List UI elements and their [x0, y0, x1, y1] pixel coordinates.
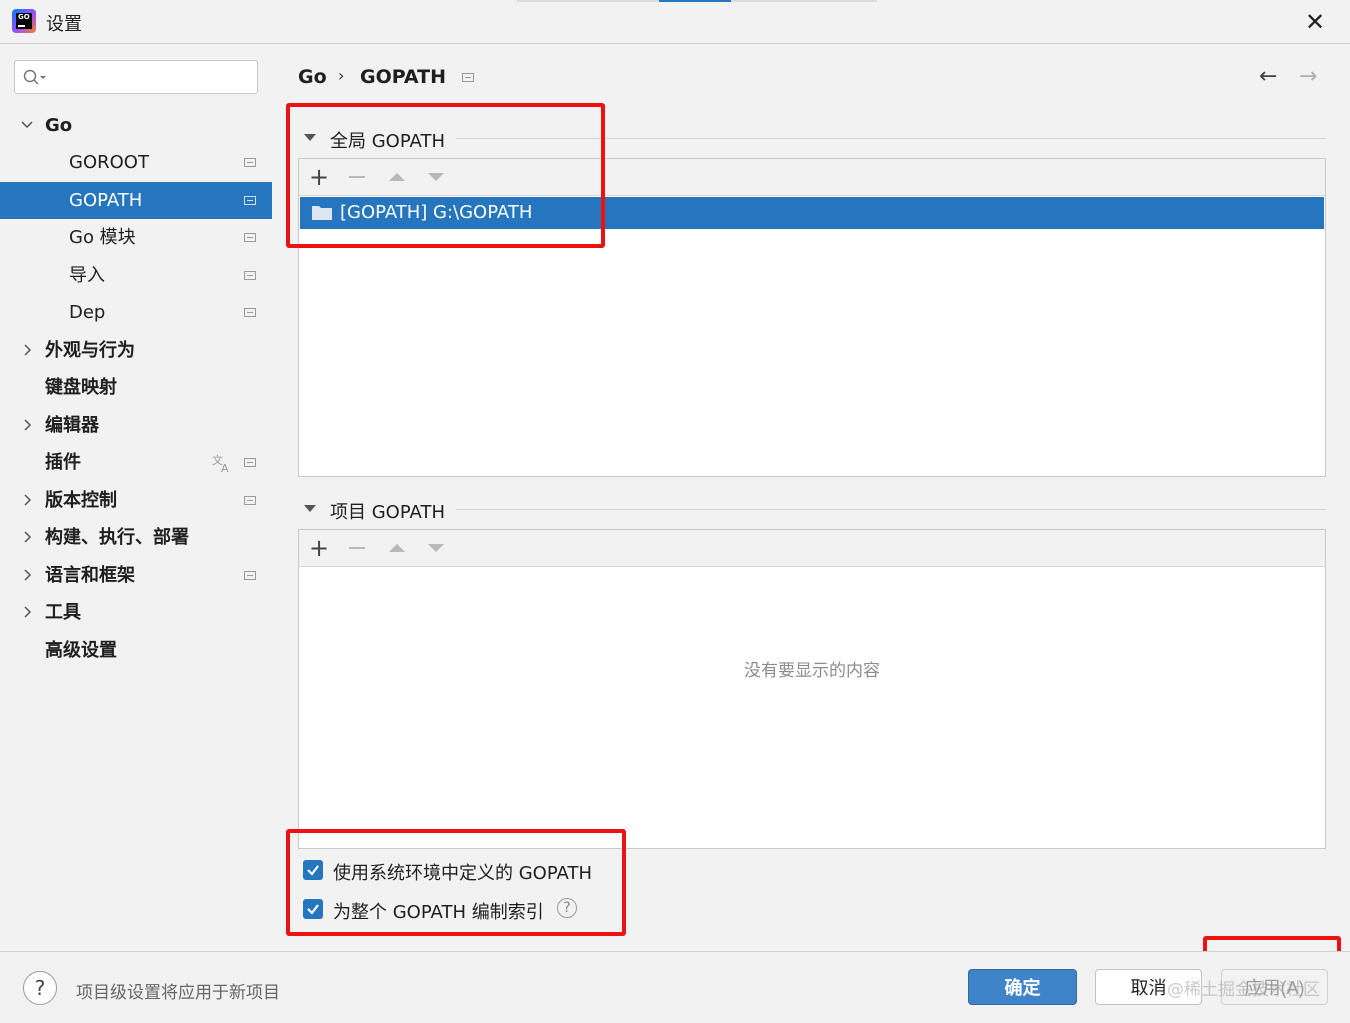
collapse-caret-icon[interactable]: [304, 134, 316, 141]
project-settings-icon: [244, 571, 256, 580]
list-item[interactable]: [GOPATH] G:\GOPATH: [300, 197, 1324, 229]
sidebar-item-keymap[interactable]: 键盘映射: [0, 369, 272, 406]
search-input[interactable]: [14, 60, 258, 94]
project-settings-icon: [244, 271, 256, 280]
checkmark-icon: [307, 865, 319, 876]
search-icon: [23, 69, 46, 85]
window-title: 设置: [46, 14, 82, 35]
sidebar-item-dep[interactable]: Dep: [0, 294, 272, 331]
sidebar-item-go[interactable]: Go: [0, 107, 272, 144]
sidebar-item-vcs[interactable]: 版本控制: [0, 482, 272, 519]
global-gopath-list[interactable]: + [GOPATH] G:\GOPATH: [298, 158, 1326, 477]
sidebar-item-label: 键盘映射: [45, 377, 117, 398]
index-entire-gopath-checkbox[interactable]: [303, 899, 323, 919]
use-system-gopath-label[interactable]: 使用系统环境中定义的 GOPATH: [333, 859, 592, 885]
sidebar-item-languages[interactable]: 语言和框架: [0, 557, 272, 594]
watermark: @稀土掘金技术社区: [1167, 980, 1320, 1000]
project-gopath-title: 项目 GOPATH: [330, 502, 445, 523]
move-up-icon[interactable]: [389, 544, 405, 552]
gopath-entry-label: [GOPATH] G:\GOPATH: [340, 202, 533, 223]
sidebar-item-editor[interactable]: 编辑器: [0, 407, 272, 444]
remove-icon[interactable]: [349, 547, 365, 549]
chevron-right-icon[interactable]: [20, 557, 36, 594]
chevron-right-icon[interactable]: [20, 482, 36, 519]
sidebar-item-goroot[interactable]: GOROOT: [0, 144, 272, 181]
sidebar-item-label: 外观与行为: [45, 340, 135, 361]
sidebar-item-label: 语言和框架: [45, 565, 135, 586]
translate-icon: 文 A: [212, 453, 229, 474]
sidebar-item-imports[interactable]: 导入: [0, 257, 272, 294]
add-icon[interactable]: +: [309, 162, 329, 192]
project-settings-icon: [244, 458, 256, 467]
add-icon[interactable]: +: [309, 533, 329, 563]
sidebar-item-label: Go: [45, 115, 73, 136]
sidebar-item-advanced[interactable]: 高级设置: [0, 632, 272, 669]
move-down-icon[interactable]: [428, 173, 444, 181]
goland-logo-icon: GO: [12, 9, 36, 33]
chevron-right-icon[interactable]: [20, 594, 36, 631]
sidebar-item-label: Dep: [69, 302, 106, 323]
global-gopath-title: 全局 GOPATH: [330, 131, 445, 152]
chevron-right-icon[interactable]: [20, 519, 36, 556]
remove-icon[interactable]: [349, 176, 365, 178]
sidebar-item-label: GOROOT: [69, 152, 149, 173]
project-settings-icon: [462, 73, 474, 82]
sidebar-item-tools[interactable]: 工具: [0, 594, 272, 631]
checkmark-icon: [307, 904, 319, 915]
breadcrumb-current: GOPATH: [360, 66, 447, 88]
title-bar: GO 设置 ✕: [0, 0, 1350, 44]
sidebar-item-label: GOPATH: [69, 190, 143, 211]
project-settings-icon: [244, 496, 256, 505]
move-down-icon[interactable]: [428, 544, 444, 552]
section-divider: [456, 509, 1326, 510]
help-icon[interactable]: ?: [23, 971, 57, 1005]
breadcrumb-root[interactable]: Go: [298, 66, 327, 88]
sidebar-item-label: 工具: [45, 602, 81, 623]
sidebar-item-label: 插件: [45, 452, 81, 473]
sidebar-item-label: 导入: [69, 265, 105, 286]
chevron-right-icon[interactable]: [20, 407, 36, 444]
sidebar-item-plugins[interactable]: 插件 文 A: [0, 444, 272, 481]
sidebar-item-label: 版本控制: [45, 490, 117, 511]
help-icon[interactable]: ?: [557, 898, 577, 918]
use-system-gopath-checkbox[interactable]: [303, 860, 323, 880]
project-settings-icon: [244, 196, 256, 205]
back-arrow-icon[interactable]: ←: [1259, 64, 1277, 89]
empty-list-text: 没有要显示的内容: [744, 661, 880, 681]
sidebar-item-label: 构建、执行、部署: [45, 527, 189, 548]
collapse-caret-icon[interactable]: [304, 505, 316, 512]
project-settings-icon: [244, 158, 256, 167]
list-toolbar: +: [299, 159, 1325, 196]
project-settings-icon: [244, 308, 256, 317]
folder-icon: [312, 206, 332, 220]
section-divider: [456, 138, 1326, 139]
project-gopath-list[interactable]: + 没有要显示的内容: [298, 529, 1326, 849]
ok-button[interactable]: 确定: [968, 969, 1077, 1005]
sidebar-item-label: 编辑器: [45, 415, 99, 436]
project-settings-icon: [244, 233, 256, 242]
index-entire-gopath-label[interactable]: 为整个 GOPATH 编制索引: [333, 898, 544, 924]
footer-hint: 项目级设置将应用于新项目: [76, 983, 280, 1003]
title-tab-strip: [517, 0, 877, 2]
sidebar-item-build[interactable]: 构建、执行、部署: [0, 519, 272, 556]
chevron-right-icon[interactable]: [20, 332, 36, 369]
svg-text:A: A: [221, 462, 229, 474]
close-icon[interactable]: ✕: [1302, 9, 1328, 35]
sidebar-item-label: 高级设置: [45, 640, 117, 661]
forward-arrow-icon[interactable]: →: [1299, 64, 1317, 89]
sidebar-item-appearance[interactable]: 外观与行为: [0, 332, 272, 369]
sidebar-item-gopath[interactable]: GOPATH: [0, 182, 272, 219]
sidebar-item-label: Go 模块: [69, 227, 136, 248]
breadcrumb-separator-icon: ›: [338, 66, 345, 85]
sidebar-item-go-modules[interactable]: Go 模块: [0, 219, 272, 256]
chevron-down-icon[interactable]: [20, 107, 36, 144]
move-up-icon[interactable]: [389, 173, 405, 181]
list-toolbar: +: [299, 530, 1325, 567]
